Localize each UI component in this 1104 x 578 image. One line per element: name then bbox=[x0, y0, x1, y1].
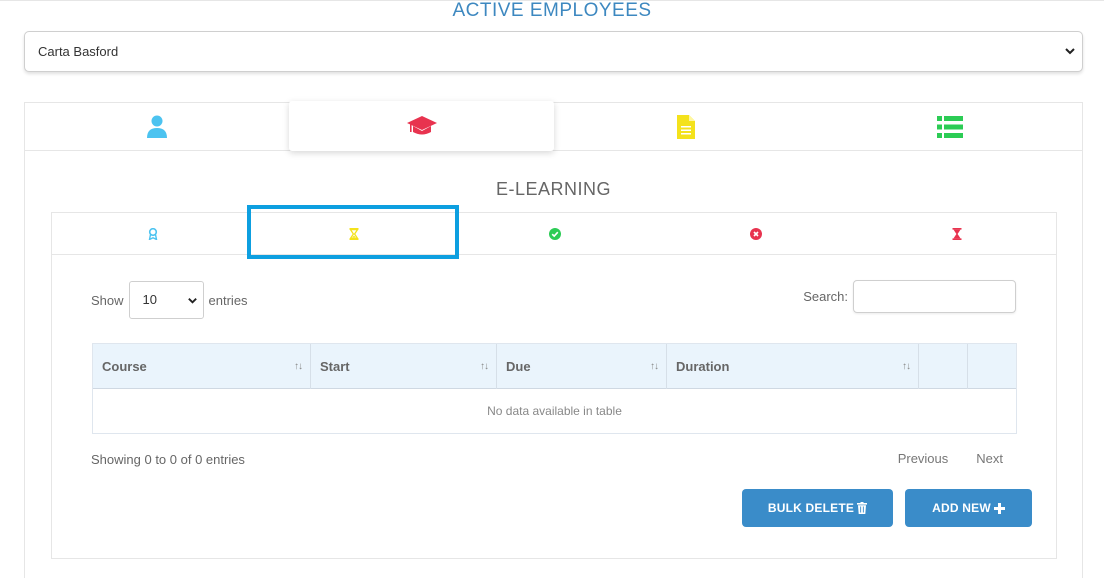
pagination: Previous Next bbox=[898, 451, 1003, 466]
chevron-down-icon bbox=[1065, 48, 1075, 55]
search-label: Search: bbox=[803, 289, 848, 304]
tab-completed[interactable] bbox=[454, 213, 655, 255]
add-new-label: ADD NEW bbox=[932, 501, 991, 515]
column-course[interactable]: Course ↑↓ bbox=[93, 344, 311, 389]
tab-expired[interactable] bbox=[856, 213, 1057, 255]
next-button[interactable]: Next bbox=[976, 451, 1003, 466]
courses-table: Course ↑↓ Start ↑↓ Due ↑↓ Duration ↑↓ No… bbox=[92, 343, 1017, 434]
highlight-box bbox=[247, 205, 459, 259]
user-icon bbox=[147, 115, 167, 138]
chevron-down-icon bbox=[187, 298, 197, 304]
table-info: Showing 0 to 0 of 0 entries bbox=[91, 452, 245, 467]
sort-icon: ↑↓ bbox=[294, 361, 303, 372]
tab-elearning[interactable] bbox=[289, 101, 554, 151]
table-empty-row: No data available in table bbox=[487, 404, 622, 418]
employee-select-value: Carta Basford bbox=[38, 44, 119, 59]
check-circle-icon bbox=[548, 228, 561, 240]
sort-icon: ↑↓ bbox=[902, 361, 911, 372]
tab-certificates[interactable] bbox=[52, 213, 253, 255]
entries-label: entries bbox=[208, 292, 248, 308]
graduation-cap-icon bbox=[406, 116, 437, 135]
column-action-2 bbox=[968, 344, 1016, 389]
bulk-delete-label: BULK DELETE bbox=[767, 501, 855, 515]
bulk-delete-button[interactable]: BULK DELETE bbox=[742, 489, 893, 527]
sort-icon: ↑↓ bbox=[650, 361, 659, 372]
tab-failed[interactable] bbox=[655, 213, 856, 255]
document-icon bbox=[677, 115, 695, 139]
entries-select-value: 10 bbox=[142, 292, 157, 307]
sort-icon: ↑↓ bbox=[480, 361, 489, 372]
hourglass-end-icon bbox=[952, 228, 961, 240]
employee-select[interactable]: Carta Basford bbox=[24, 31, 1083, 72]
table-header: Course ↑↓ Start ↑↓ Due ↑↓ Duration ↑↓ bbox=[93, 344, 1016, 389]
search-input[interactable] bbox=[853, 280, 1016, 313]
show-label: Show bbox=[91, 292, 124, 308]
main-tabs bbox=[25, 101, 1082, 151]
length-control: Show 10 entries bbox=[91, 281, 248, 319]
tab-personal[interactable] bbox=[25, 103, 289, 151]
column-due[interactable]: Due ↑↓ bbox=[497, 344, 667, 389]
entries-select[interactable]: 10 bbox=[128, 281, 204, 319]
sub-tabs bbox=[52, 205, 1057, 259]
search-control: Search: bbox=[803, 280, 1016, 313]
tab-documents[interactable] bbox=[554, 103, 818, 151]
trash-icon bbox=[857, 502, 868, 514]
employee-card: E-LEARNING Show 10 entries Search: Cours… bbox=[24, 101, 1083, 578]
elearning-panel: Show 10 entries Search: Course ↑↓ Start … bbox=[51, 205, 1057, 559]
award-icon bbox=[148, 228, 157, 240]
section-title: E-LEARNING bbox=[495, 179, 612, 199]
column-start[interactable]: Start ↑↓ bbox=[311, 344, 497, 389]
tab-list[interactable] bbox=[818, 103, 1082, 151]
times-circle-icon bbox=[749, 228, 762, 240]
previous-button[interactable]: Previous bbox=[898, 451, 949, 466]
column-action-1 bbox=[919, 344, 968, 389]
column-duration[interactable]: Duration ↑↓ bbox=[667, 344, 919, 389]
plus-icon bbox=[993, 502, 1005, 514]
list-icon bbox=[937, 116, 963, 138]
add-new-button[interactable]: ADD NEW bbox=[905, 489, 1032, 527]
page-title: ACTIVE EMPLOYEES bbox=[452, 0, 652, 21]
